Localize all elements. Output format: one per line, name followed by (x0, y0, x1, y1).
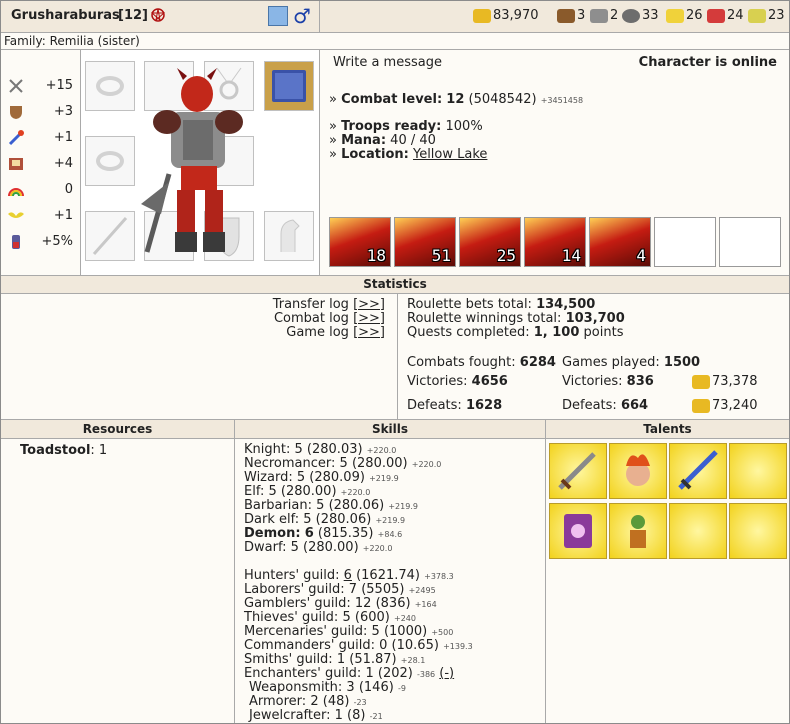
troop-slot-3[interactable]: 25 (459, 217, 521, 267)
troop-slot-6[interactable] (654, 217, 716, 267)
sulfur-icon (666, 8, 684, 23)
blue-sword-talent-icon[interactable] (669, 443, 727, 499)
mail-icon[interactable] (268, 6, 288, 26)
initiative-icon (7, 234, 25, 250)
empty-talent-slot[interactable] (669, 503, 727, 559)
wood-icon (557, 8, 575, 23)
troop-slot-1[interactable]: 18 (329, 217, 391, 267)
stat-attack: +15 (7, 76, 73, 96)
location-link[interactable]: Yellow Lake (413, 147, 487, 162)
games-lost-gold: 73,240 (692, 398, 758, 413)
game-victories: Victories: 836 (562, 374, 654, 389)
stat-initiative: +5% (7, 232, 73, 252)
combat-level-line: » Combat level: 12 (5048542) +3451458 (329, 92, 584, 107)
guild-jewelcrafter: Jewelcrafter: 1 (8) -21 (249, 708, 383, 723)
stat-knowledge: +4 (7, 154, 73, 174)
logs-panel: Transfer log [>>] Combat log [>>] Game l… (1, 294, 398, 420)
ring-slot-1[interactable] (85, 61, 135, 111)
stats-panel: Roulette bets total: 134,500 Roulette wi… (398, 294, 789, 420)
morale-icon (7, 208, 25, 224)
resources-header: Resources (1, 420, 235, 439)
resource-wood: 3 (557, 8, 585, 23)
mana-line: » Mana: 40 / 40 (329, 133, 436, 148)
stat-spellpower: +1 (7, 128, 73, 148)
combats-fought: Combats fought: 6284 (407, 355, 556, 370)
resource-toadstool: Toadstool: 1 (20, 443, 108, 458)
quests-completed: Quests completed: 1, 100 points (407, 325, 624, 340)
male-gender-icon: ♂ (293, 4, 311, 28)
knowledge-icon (7, 156, 25, 172)
location-line: » Location: Yellow Lake (329, 147, 488, 162)
sword-talent-icon[interactable] (549, 443, 607, 499)
attack-icon (7, 78, 25, 94)
write-message-link[interactable]: Write a message (333, 55, 442, 70)
troop-slot-7[interactable] (719, 217, 781, 267)
faction-pentagram-icon (150, 8, 166, 22)
empty-talent-slot[interactable] (729, 443, 787, 499)
luck-icon (7, 182, 25, 198)
gold-icon (692, 398, 710, 413)
game-log-row: Game log [>>] (286, 325, 385, 340)
resource-ore: 2 (590, 8, 618, 23)
fire-head-talent-icon[interactable] (609, 443, 667, 499)
troop-slot-4[interactable]: 14 (524, 217, 586, 267)
gems-icon (748, 8, 766, 23)
troop-slot-5[interactable]: 4 (589, 217, 651, 267)
roulette-winnings: Roulette winnings total: 103,700 (407, 311, 625, 326)
troops-ready-line: » Troops ready: 100% (329, 119, 483, 134)
stat-defense: +3 (7, 102, 73, 122)
troop-slot-2[interactable]: 51 (394, 217, 456, 267)
resource-gems: 23 (748, 8, 785, 23)
spellpower-icon (7, 130, 25, 146)
resource-sulfur: 26 (666, 8, 703, 23)
character-avatar (139, 64, 257, 260)
game-log-link[interactable]: [>>] (353, 325, 385, 340)
combat-victories: Victories: 4656 (407, 374, 508, 389)
stat-luck: 0 (7, 180, 73, 200)
crystal-icon (707, 8, 725, 23)
character-profile: Grusharaburas [12] ♂ 83,970 3 2 33 26 24… (0, 0, 790, 724)
games-won-gold: 73,378 (692, 374, 758, 389)
spellbook-slot[interactable] (264, 61, 314, 111)
ring-slot-2[interactable] (85, 136, 135, 186)
resource-mercury: 33 (622, 8, 659, 23)
enchanters-toggle-link[interactable]: (-) (439, 666, 454, 681)
stats-column: +15 +3 +1 +4 0 +1 +5% (1, 50, 81, 276)
resource-gold: 83,970 (473, 8, 539, 23)
character-name[interactable]: Grusharaburas (11, 8, 120, 23)
family-row: Family: Remilia (sister) (1, 33, 789, 50)
skills-header: Skills (235, 420, 546, 439)
weapon-slot[interactable] (85, 211, 135, 261)
games-played: Games played: 1500 (562, 355, 701, 370)
hunters-guild-link[interactable]: 6 (344, 568, 352, 583)
resources-list: Toadstool: 1 (1, 439, 235, 723)
gold-icon (692, 374, 710, 389)
transfer-log-link[interactable]: [>>] (353, 297, 385, 312)
resource-crystal: 24 (707, 8, 744, 23)
roulette-bets: Roulette bets total: 134,500 (407, 297, 596, 312)
combat-defeats: Defeats: 1628 (407, 398, 503, 413)
resources-bar: 83,970 3 2 33 26 24 23 (320, 1, 789, 33)
online-status: Character is online (638, 55, 777, 70)
skill-dwarf: Dwarf: 5 (280.00) +220.0 (244, 540, 393, 555)
statistics-header: Statistics (1, 276, 789, 294)
goblin-talent-icon[interactable] (609, 503, 667, 559)
mercury-icon (622, 8, 640, 23)
character-level: [12] (118, 8, 148, 23)
transfer-log-row: Transfer log [>>] (272, 297, 385, 312)
game-defeats: Defeats: 664 (562, 398, 649, 413)
horse-slot[interactable] (264, 211, 314, 261)
combat-log-link[interactable]: [>>] (353, 311, 385, 326)
equipment-panel (81, 50, 320, 276)
combat-log-row: Combat log [>>] (273, 311, 385, 326)
stat-morale: +1 (7, 206, 73, 226)
family-text: Family: Remilia (sister) (4, 34, 140, 48)
empty-talent-slot[interactable] (729, 503, 787, 559)
ore-icon (590, 8, 608, 23)
scroll-talent-icon[interactable] (549, 503, 607, 559)
defense-icon (7, 104, 25, 120)
header-bar: Grusharaburas [12] ♂ (1, 1, 320, 33)
gold-icon (473, 8, 491, 23)
talents-header: Talents (546, 420, 789, 439)
